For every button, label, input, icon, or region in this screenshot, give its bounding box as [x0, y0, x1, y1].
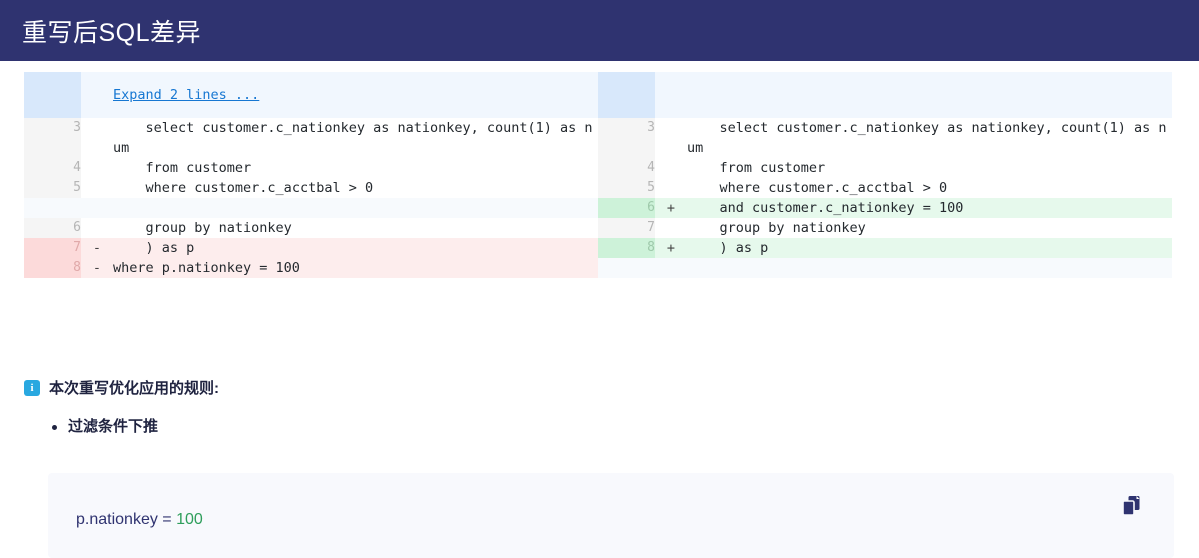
- diff-row: 8-where p.nationkey = 100: [24, 258, 1172, 278]
- line-number-left: 7: [24, 238, 81, 258]
- diff-sign-left: [81, 218, 113, 238]
- modal-header: 重写后SQL差异: [0, 0, 1199, 61]
- line-number-left: 5: [24, 178, 81, 198]
- diff-row: 6+ and customer.c_nationkey = 100: [24, 198, 1172, 218]
- expand-sign-right: [655, 72, 687, 118]
- diff-sign-right: [655, 118, 687, 158]
- code-line-right: ) as p: [687, 238, 1172, 258]
- code-line-left: group by nationkey: [113, 218, 598, 238]
- line-number-right: [598, 258, 655, 278]
- rules-title-row: i 本次重写优化应用的规则:: [24, 377, 1174, 398]
- diff-sign-right: +: [655, 238, 687, 258]
- code-line-right: from customer: [687, 158, 1172, 178]
- rules-title-text: 本次重写优化应用的规则:: [49, 377, 219, 398]
- line-number-right: 8: [598, 238, 655, 258]
- code-line-right: group by nationkey: [687, 218, 1172, 238]
- expand-gutter-left: [24, 72, 81, 118]
- code-line-left: select customer.c_nationkey as nationkey…: [113, 118, 598, 158]
- line-number-left: 4: [24, 158, 81, 178]
- diff-row: 3 select customer.c_nationkey as nationk…: [24, 118, 1172, 158]
- expand-cell-right: [687, 72, 1172, 118]
- diff-sign-right: [655, 218, 687, 238]
- line-number-left: 3: [24, 118, 81, 158]
- diff-sign-left: [81, 178, 113, 198]
- copy-button[interactable]: [1122, 495, 1144, 519]
- diff-sign-left: -: [81, 238, 113, 258]
- copy-icon: [1122, 495, 1144, 519]
- line-number-right: 7: [598, 218, 655, 238]
- diff-sign-left: [81, 118, 113, 158]
- line-number-right: 4: [598, 158, 655, 178]
- expression-card: p.nationkey = 100: [48, 473, 1174, 558]
- line-number-right: 6: [598, 198, 655, 218]
- expand-gutter-right: [598, 72, 655, 118]
- rule-item: 过滤条件下推: [68, 416, 1174, 438]
- diff-sign-right: [655, 158, 687, 178]
- code-line-right: select customer.c_nationkey as nationkey…: [687, 118, 1172, 158]
- diff-sign-left: -: [81, 258, 113, 278]
- diff-row: 5 where customer.c_acctbal > 05 where cu…: [24, 178, 1172, 198]
- modal-body: Expand 2 lines ... 3 select customer.c_na…: [0, 61, 1199, 558]
- diff-sign-left: [81, 158, 113, 178]
- diff-table: Expand 2 lines ... 3 select customer.c_na…: [24, 72, 1172, 278]
- code-line-left: where customer.c_acctbal > 0: [113, 178, 598, 198]
- diff-expand-row: Expand 2 lines ...: [24, 72, 1172, 118]
- code-line-right: [687, 258, 1172, 278]
- expand-sign-left: [81, 72, 113, 118]
- diff-sign-right: +: [655, 198, 687, 218]
- applied-rules-section: i 本次重写优化应用的规则: 过滤条件下推: [24, 377, 1174, 438]
- line-number-right: 3: [598, 118, 655, 158]
- expand-cell-left: Expand 2 lines ...: [113, 72, 598, 118]
- line-number-right: 5: [598, 178, 655, 198]
- expression-lhs: p.nationkey =: [76, 511, 176, 528]
- line-number-left: [24, 198, 81, 218]
- diff-row: 7- ) as p8+ ) as p: [24, 238, 1172, 258]
- code-line-left: where p.nationkey = 100: [113, 258, 598, 278]
- code-line-right: where customer.c_acctbal > 0: [687, 178, 1172, 198]
- diff-row: 4 from customer4 from customer: [24, 158, 1172, 178]
- diff-sign-right: [655, 178, 687, 198]
- info-icon: i: [24, 380, 40, 396]
- code-line-right: and customer.c_nationkey = 100: [687, 198, 1172, 218]
- line-number-left: 8: [24, 258, 81, 278]
- expand-lines-link[interactable]: Expand 2 lines ...: [113, 87, 259, 103]
- expression-text: p.nationkey = 100: [76, 511, 203, 529]
- page-title: 重写后SQL差异: [22, 13, 201, 49]
- line-number-left: 6: [24, 218, 81, 238]
- diff-sign-left: [81, 198, 113, 218]
- rules-list: 过滤条件下推: [24, 416, 1174, 438]
- code-line-left: [113, 198, 598, 218]
- diff-row: 6 group by nationkey7 group by nationkey: [24, 218, 1172, 238]
- diff-body: Expand 2 lines ... 3 select customer.c_na…: [24, 72, 1172, 278]
- sql-diff-viewer: Expand 2 lines ... 3 select customer.c_na…: [24, 72, 1171, 278]
- code-line-left: from customer: [113, 158, 598, 178]
- expression-value: 100: [176, 511, 203, 528]
- diff-sign-right: [655, 258, 687, 278]
- code-line-left: ) as p: [113, 238, 598, 258]
